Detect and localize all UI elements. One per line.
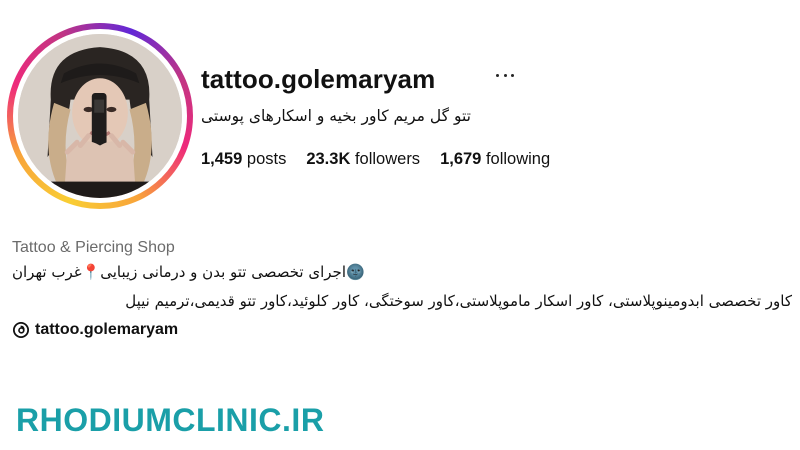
avatar[interactable] (18, 34, 182, 198)
following-count: 1,679 (440, 150, 482, 168)
dot (496, 73, 499, 77)
posts-stat[interactable]: 1,459 posts (201, 150, 286, 169)
threads-handle: tattoo.golemaryam (35, 321, 179, 338)
bio-line-2: کاور تخصصی ابدومینوپلاستی، کاور اسکار ما… (125, 292, 792, 310)
profile-category: Tattoo & Piercing Shop (12, 239, 175, 256)
profile-stats: 1,459 posts 23.3K followers 1,679 follow… (201, 150, 570, 169)
dot (511, 73, 514, 77)
following-stat[interactable]: 1,679 following (440, 150, 550, 169)
username[interactable]: tattoo.golemaryam (201, 64, 435, 95)
avatar-frame (13, 29, 187, 203)
story-ring[interactable] (7, 23, 193, 209)
followers-stat[interactable]: 23.3K followers (306, 150, 420, 169)
posts-label: posts (246, 150, 287, 168)
following-label: following (485, 150, 551, 168)
dot (503, 73, 507, 77)
threads-link[interactable]: tattoo.golemaryam (12, 321, 178, 339)
posts-count: 1,459 (201, 150, 243, 168)
threads-icon (12, 321, 30, 339)
profile-full-name: تتو گل مریم کاور بخیه و اسکارهای پوستی (201, 107, 471, 125)
more-horizontal-icon[interactable] (496, 66, 514, 84)
followers-label: followers (354, 150, 421, 168)
followers-count: 23.3K (306, 150, 351, 168)
bio-line-1: 🌚اجرای تخصصی تتو بدن و درمانی زیبایی📍غرب… (12, 263, 365, 281)
avatar-image (18, 34, 182, 198)
watermark-text: RHODIUMCLINIC.IR (16, 402, 325, 438)
